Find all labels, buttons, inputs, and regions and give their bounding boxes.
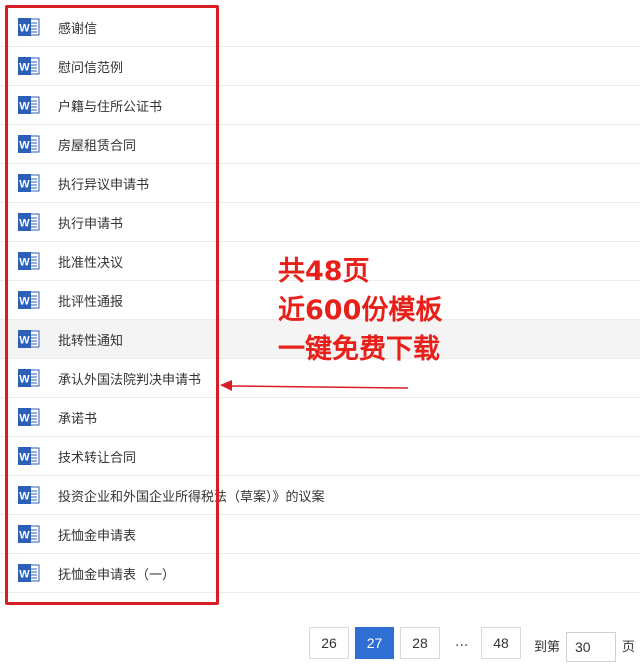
svg-text:W: W — [19, 140, 30, 152]
pagination-ellipsis: ... — [455, 634, 469, 650]
word-doc-icon: W — [18, 96, 40, 114]
word-doc-icon: W — [18, 213, 40, 231]
file-name[interactable]: 抚恤金申请表 — [58, 525, 136, 544]
word-doc-icon: W — [18, 447, 40, 465]
svg-text:W: W — [19, 23, 30, 35]
file-name[interactable]: 批转性通知 — [58, 330, 123, 349]
file-name[interactable]: 抚恤金申请表（一） — [58, 564, 175, 583]
word-doc-icon: W — [18, 330, 40, 348]
file-row[interactable]: W 慰问信范例 — [0, 47, 640, 86]
word-doc-icon: W — [18, 564, 40, 582]
file-row[interactable]: W 感谢信 — [0, 8, 640, 47]
file-row[interactable]: W 抚恤金申请表 — [0, 515, 640, 554]
file-name[interactable]: 执行异议申请书 — [58, 174, 149, 193]
svg-text:W: W — [19, 452, 30, 464]
svg-text:W: W — [19, 179, 30, 191]
annotation-line-2: 近600份模板 — [278, 295, 443, 326]
word-doc-icon: W — [18, 174, 40, 192]
file-name[interactable]: 批准性决议 — [58, 252, 123, 271]
file-name[interactable]: 投资企业和外国企业所得税法（草案）》的议案 — [58, 486, 325, 505]
pagination: 26 27 28 ... 48 到第 页 — [0, 624, 640, 664]
word-doc-icon: W — [18, 18, 40, 36]
svg-text:W: W — [19, 374, 30, 386]
file-name[interactable]: 房屋租赁合同 — [58, 135, 136, 154]
page-button-26[interactable]: 26 — [309, 627, 349, 659]
svg-text:W: W — [19, 335, 30, 347]
goto-label: 到第 — [534, 640, 561, 655]
svg-text:W: W — [19, 413, 30, 425]
svg-text:W: W — [19, 491, 30, 503]
word-doc-icon: W — [18, 408, 40, 426]
file-name[interactable]: 承诺书 — [58, 408, 97, 427]
file-row[interactable]: W 技术转让合同 — [0, 437, 640, 476]
page-button-last[interactable]: 48 — [481, 627, 521, 659]
file-name[interactable]: 感谢信 — [58, 18, 97, 37]
word-doc-icon: W — [18, 369, 40, 387]
file-name[interactable]: 批评性通报 — [58, 291, 123, 310]
svg-text:W: W — [19, 296, 30, 308]
annotation-line-3: 一键免费下载 — [278, 334, 440, 365]
word-doc-icon: W — [18, 252, 40, 270]
word-doc-icon: W — [18, 135, 40, 153]
page-suffix: 页 — [622, 640, 636, 655]
word-doc-icon: W — [18, 525, 40, 543]
word-doc-icon: W — [18, 486, 40, 504]
svg-text:W: W — [19, 530, 30, 542]
promo-annotation: 共48页 近600份模板 一键免费下载 — [278, 252, 442, 369]
page-button-28[interactable]: 28 — [400, 627, 440, 659]
file-row[interactable]: W 户籍与住所公证书 — [0, 86, 640, 125]
file-row[interactable]: W 投资企业和外国企业所得税法（草案）》的议案 — [0, 476, 640, 515]
file-name[interactable]: 慰问信范例 — [58, 57, 123, 76]
file-name[interactable]: 户籍与住所公证书 — [58, 96, 162, 115]
svg-text:W: W — [19, 62, 30, 74]
file-row[interactable]: W 承诺书 — [0, 398, 640, 437]
file-row[interactable]: W 执行申请书 — [0, 203, 640, 242]
word-doc-icon: W — [18, 57, 40, 75]
page-button-27[interactable]: 27 — [355, 627, 394, 659]
svg-text:W: W — [19, 101, 30, 113]
file-row[interactable]: W 房屋租赁合同 — [0, 125, 640, 164]
file-name[interactable]: 承认外国法院判决申请书 — [58, 369, 201, 388]
file-row[interactable]: W 执行异议申请书 — [0, 164, 640, 203]
goto-page-input[interactable] — [566, 632, 616, 662]
arrow-left-icon — [220, 380, 409, 391]
file-row[interactable]: W 抚恤金申请表（一） — [0, 554, 640, 593]
svg-text:W: W — [19, 257, 30, 269]
annotation-line-1: 共48页 — [278, 256, 370, 287]
svg-text:W: W — [19, 569, 30, 581]
svg-text:W: W — [19, 218, 30, 230]
word-doc-icon: W — [18, 291, 40, 309]
file-name[interactable]: 技术转让合同 — [58, 447, 136, 466]
file-name[interactable]: 执行申请书 — [58, 213, 123, 232]
